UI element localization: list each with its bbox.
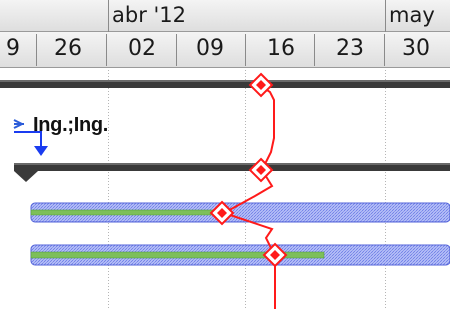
progress-line [221,85,276,309]
task-resource-label: Ing.;Ing. [33,114,109,136]
progress-marker-icon [248,72,274,98]
summary-bar-highlight [0,80,450,82]
summary-bar-end-marker [14,171,38,182]
gantt-chart: abr '12 may 9 26 02 09 16 23 30 Ing.;Ing… [0,0,450,309]
task-progress-bar [30,209,219,216]
gridlines [108,70,386,309]
summary-bar-highlight [14,163,450,165]
progress-marker-icon [248,157,274,183]
gantt-canvas [0,70,450,309]
